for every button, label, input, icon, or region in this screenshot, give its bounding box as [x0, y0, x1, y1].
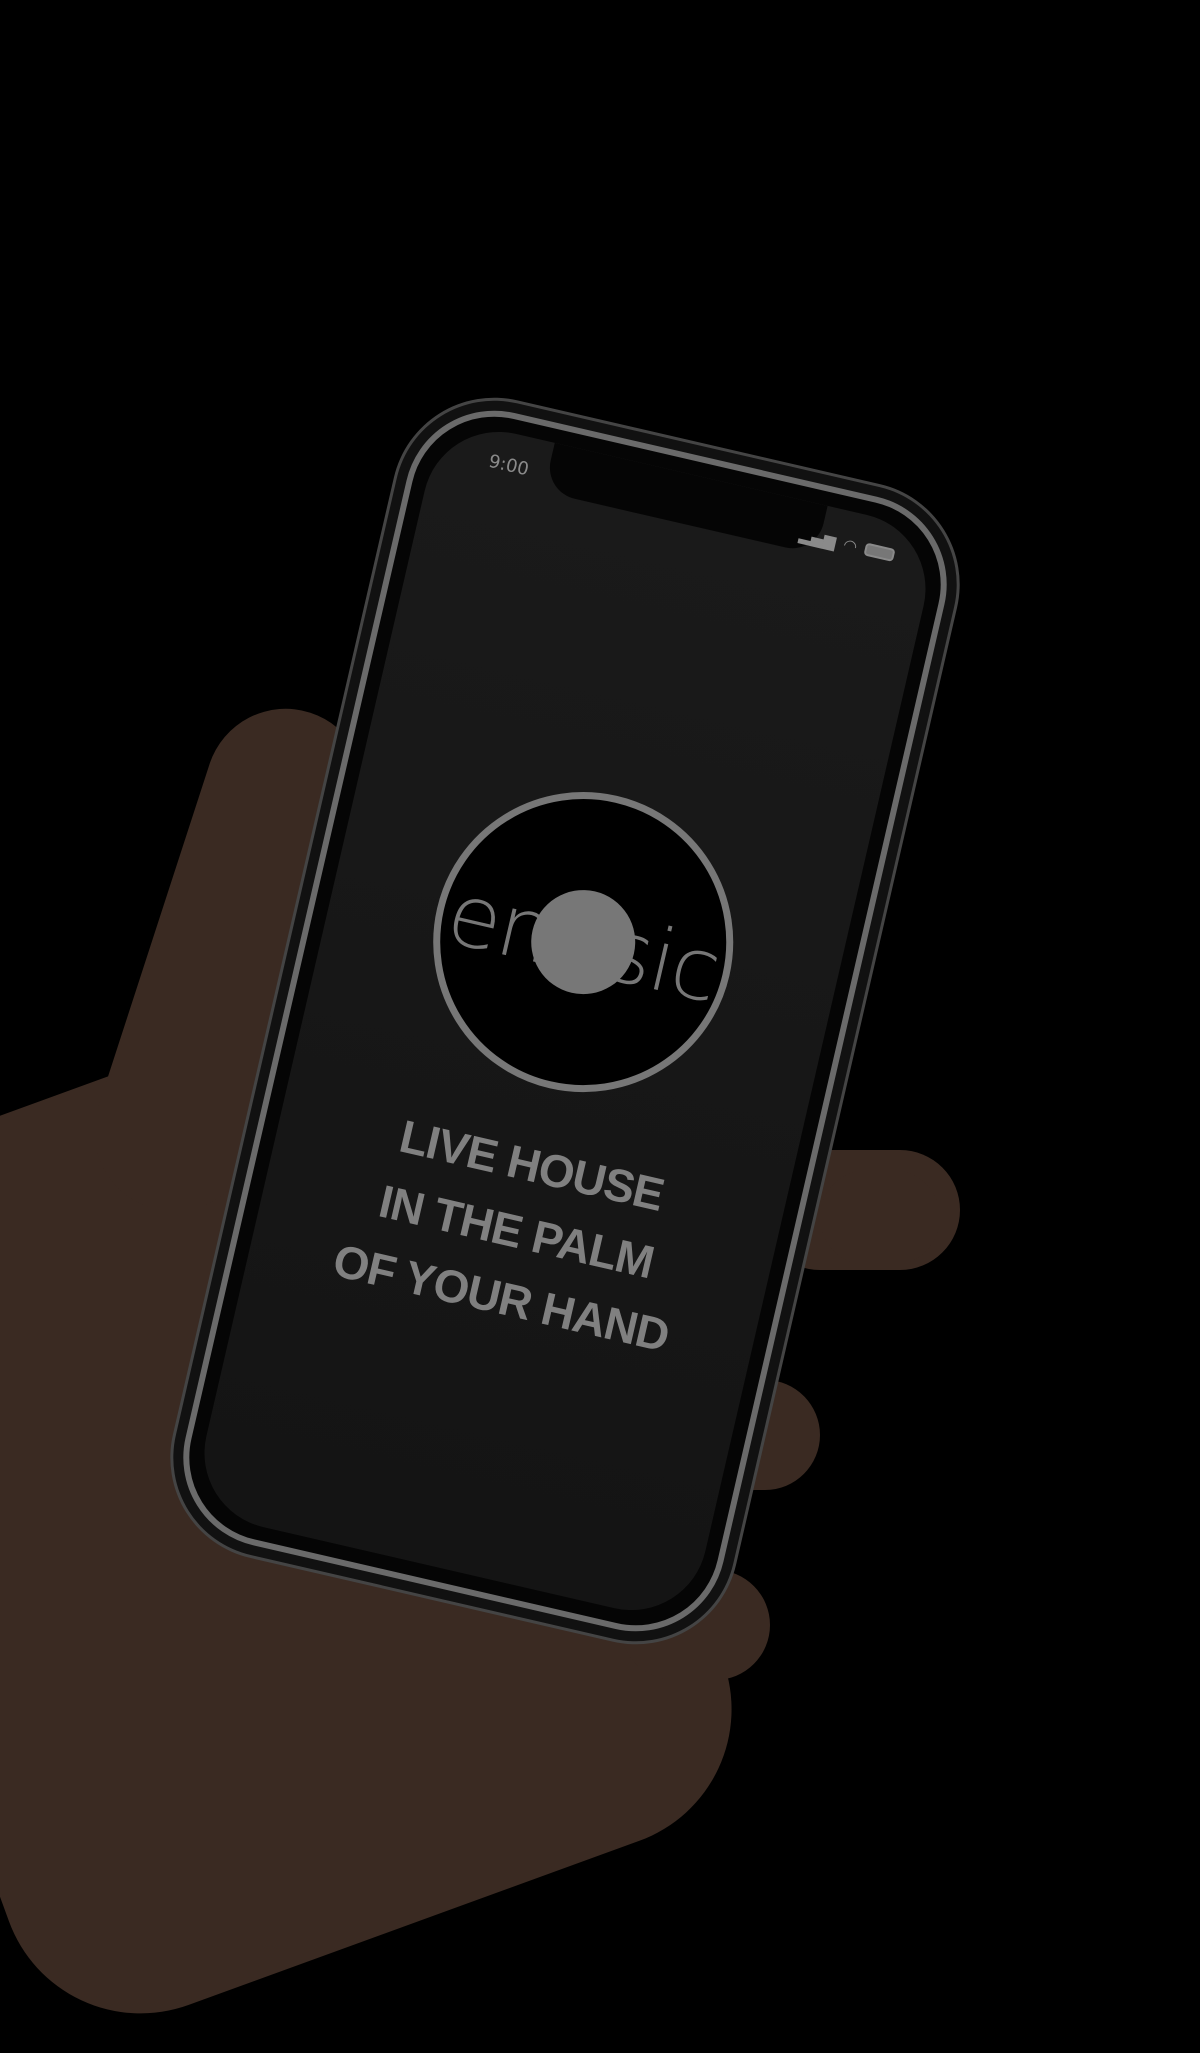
notch — [543, 442, 828, 555]
wifi-icon: ◠ — [841, 534, 860, 557]
signal-icon: ▂▄▆ — [797, 524, 838, 552]
battery-icon — [863, 542, 896, 562]
tagline: LIVE HOUSE IN THE PALM OF YOUR HAND — [244, 1074, 789, 1388]
status-time: 9:00 — [486, 450, 531, 481]
status-icons: ▂▄▆ ◠ — [798, 525, 897, 565]
phone: 9:00 ▂▄▆ ◠ en sic LIVE HOUSE IN THE PALM… — [165, 392, 965, 1650]
phone-screen: 9:00 ▂▄▆ ◠ en sic LIVE HOUSE IN THE PALM… — [189, 416, 941, 1626]
app-logo: en sic — [403, 762, 764, 1122]
hand-fingertip — [820, 1170, 940, 1265]
